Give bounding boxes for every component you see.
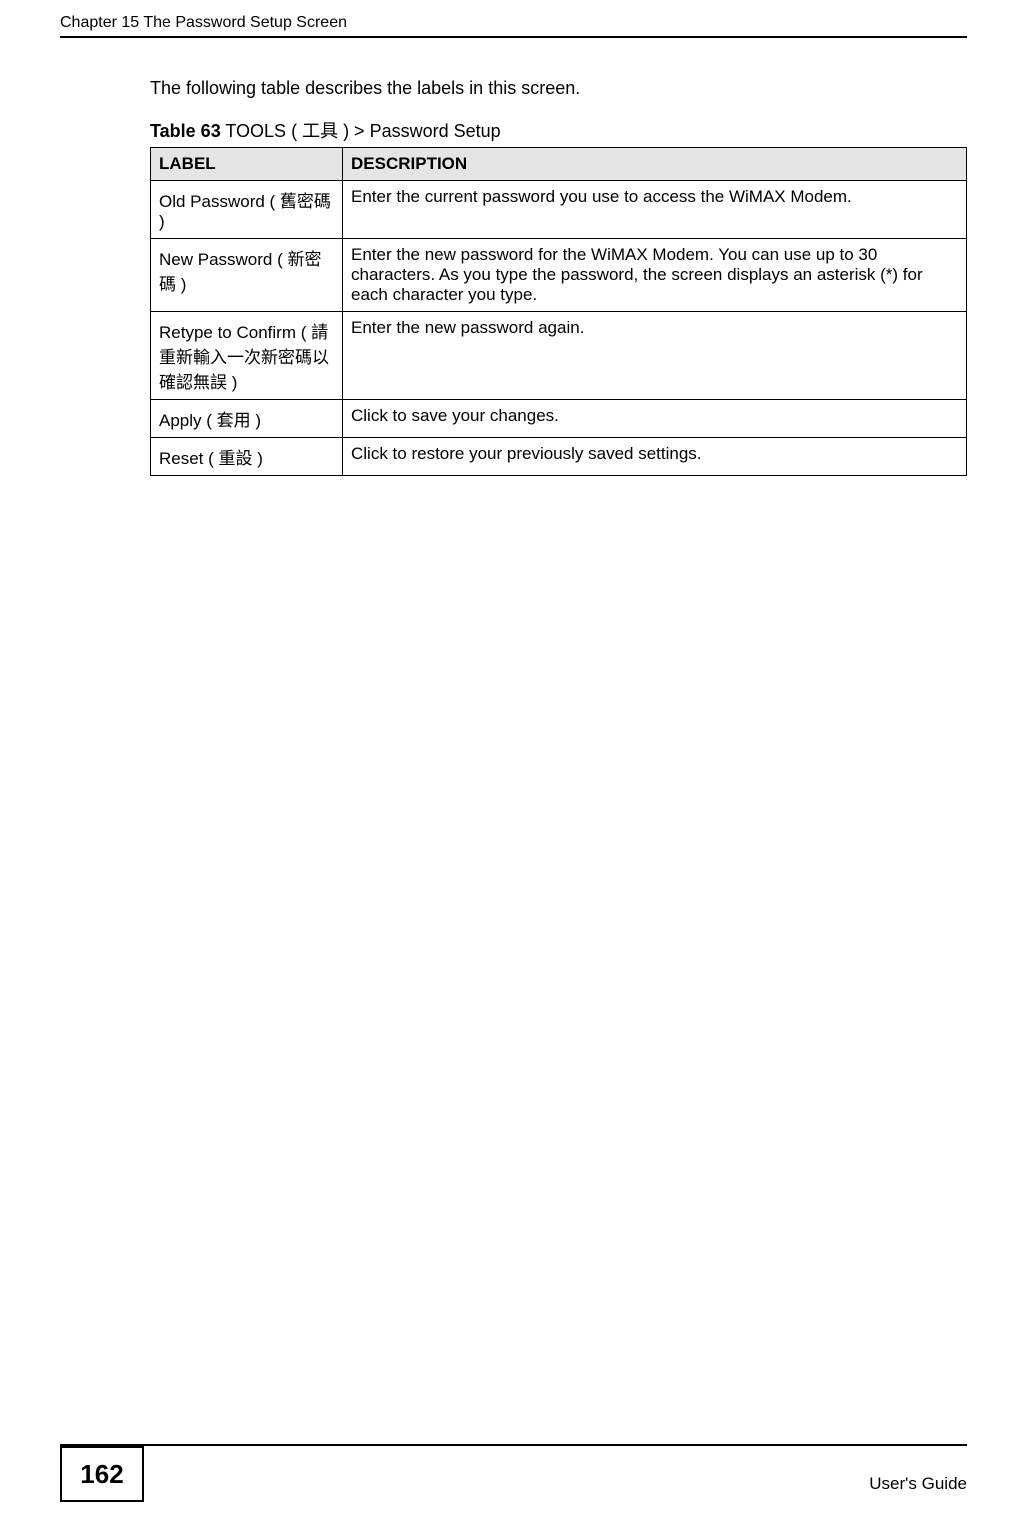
table-caption: Table 63 TOOLS ( 工具 ) > Password Setup [150,117,967,143]
page-footer: 162 User's Guide [60,1444,967,1502]
cell-description: Enter the new password for the WiMAX Mod… [343,239,967,312]
table-row: Apply ( 套用 ) Click to save your changes. [151,400,967,438]
table-row: Reset ( 重設 ) Click to restore your previ… [151,438,967,476]
chapter-title: Chapter 15 The Password Setup Screen [60,14,347,32]
password-setup-table: LABEL DESCRIPTION Old Password ( 舊密碼 ) E… [150,147,967,476]
table-header-row: LABEL DESCRIPTION [151,148,967,181]
cell-description: Enter the new password again. [343,312,967,400]
cell-description: Click to save your changes. [343,400,967,438]
col-header-description: DESCRIPTION [343,148,967,181]
footer-guide-label: User's Guide [869,1474,967,1502]
cell-label: Reset ( 重設 ) [151,438,343,476]
table-title: TOOLS ( 工具 ) > Password Setup [221,121,501,141]
cell-description: Enter the current password you use to ac… [343,181,967,239]
page-content: The following table describes the labels… [150,60,967,476]
page: Chapter 15 The Password Setup Screen The… [0,0,1027,1524]
cell-label: Retype to Confirm ( 請重新輸入一次新密碼以確認無誤 ) [151,312,343,400]
table-row: New Password ( 新密碼 ) Enter the new passw… [151,239,967,312]
col-header-label: LABEL [151,148,343,181]
intro-text: The following table describes the labels… [150,78,967,99]
cell-label: Old Password ( 舊密碼 ) [151,181,343,239]
cell-label: New Password ( 新密碼 ) [151,239,343,312]
table-row: Old Password ( 舊密碼 ) Enter the current p… [151,181,967,239]
cell-label: Apply ( 套用 ) [151,400,343,438]
page-number: 162 [60,1446,144,1502]
page-header: Chapter 15 The Password Setup Screen [60,14,967,38]
cell-description: Click to restore your previously saved s… [343,438,967,476]
table-number: Table 63 [150,121,221,141]
table-row: Retype to Confirm ( 請重新輸入一次新密碼以確認無誤 ) En… [151,312,967,400]
